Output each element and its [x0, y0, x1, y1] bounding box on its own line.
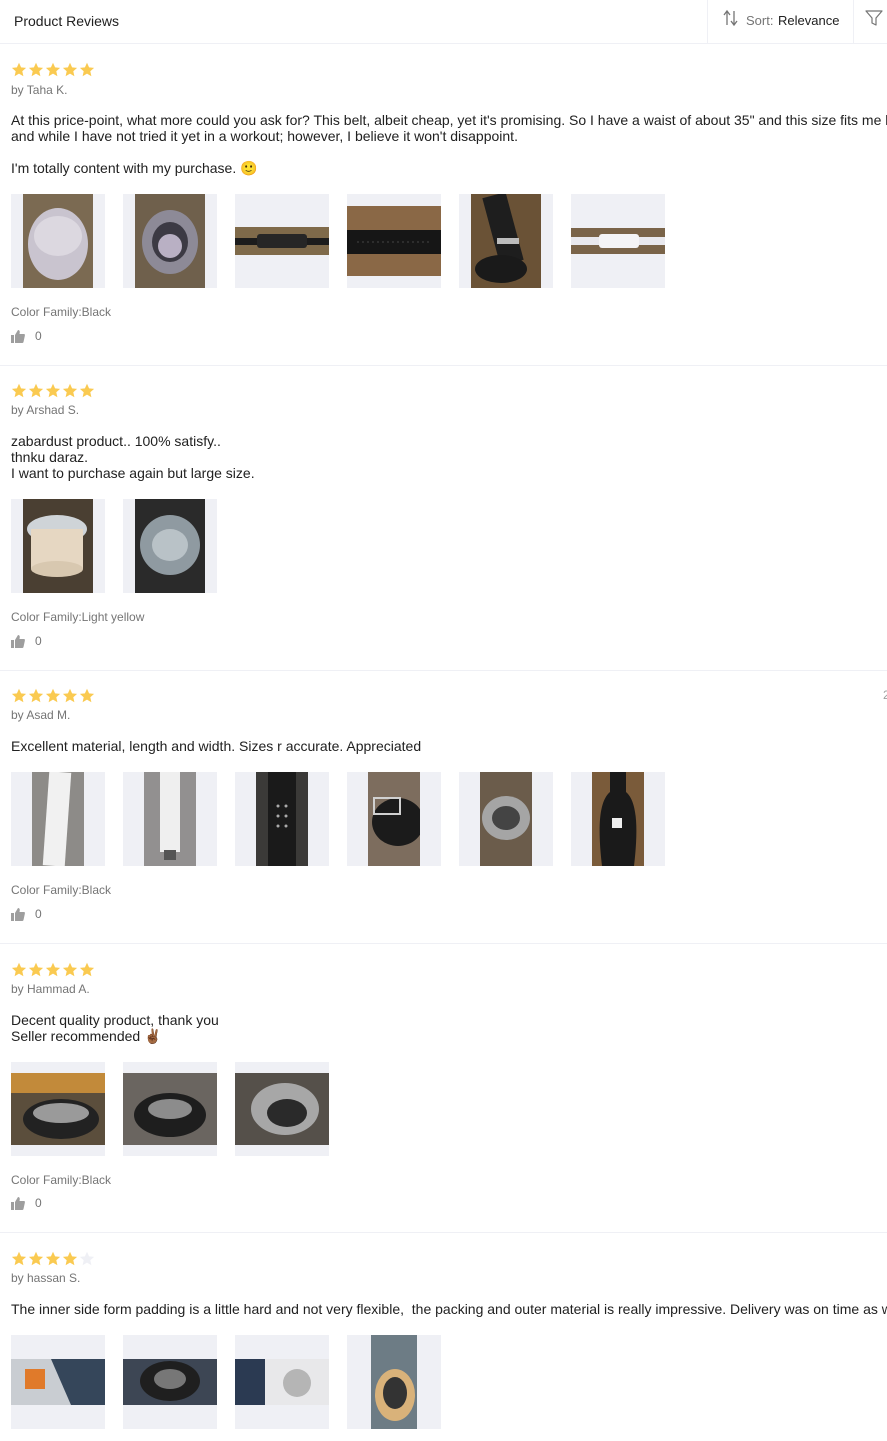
review-content: The inner side form padding is a little …: [11, 1301, 887, 1317]
review-sku: Color Family:Black: [11, 883, 112, 897]
review-image[interactable]: [347, 1335, 441, 1429]
sort-dropdown[interactable]: Sort: Relevance: [707, 0, 854, 43]
review-image[interactable]: [459, 772, 553, 866]
like-button[interactable]: 0: [11, 634, 42, 648]
thumbs-up-icon: [11, 907, 25, 921]
filter-icon: [865, 10, 883, 26]
star-filled-icon: [62, 1251, 78, 1266]
sort-arrows-icon: [723, 9, 738, 27]
like-count: 0: [35, 634, 42, 648]
review-images: [11, 194, 665, 288]
review-item: by hassan S. The inner side form padding…: [0, 1233, 887, 1441]
star-filled-icon: [28, 688, 44, 703]
star-filled-icon: [45, 62, 61, 77]
star-empty-icon: [79, 1251, 95, 1266]
review-image[interactable]: [11, 772, 105, 866]
like-count: 0: [35, 329, 42, 343]
review-author: by Asad M.: [11, 708, 71, 722]
rating-stars: [11, 1251, 95, 1267]
like-button[interactable]: 0: [11, 907, 42, 921]
section-title: Product Reviews: [14, 13, 120, 29]
like-button[interactable]: 0: [11, 329, 42, 343]
star-filled-icon: [62, 62, 78, 77]
star-filled-icon: [62, 383, 78, 398]
rating-stars: [11, 62, 95, 78]
review-date: 2: [883, 688, 887, 702]
star-filled-icon: [79, 962, 95, 977]
thumbs-up-icon: [11, 1196, 25, 1210]
sort-label: Sort:: [746, 13, 774, 28]
star-filled-icon: [45, 962, 61, 977]
review-author: by Hammad A.: [11, 982, 90, 996]
star-filled-icon: [11, 962, 27, 977]
star-filled-icon: [28, 62, 44, 77]
star-filled-icon: [79, 62, 95, 77]
rating-stars: [11, 962, 95, 978]
review-images: [11, 1062, 329, 1156]
review-image[interactable]: [123, 194, 217, 288]
review-item: by Hammad A. Decent quality product, tha…: [0, 944, 887, 1233]
review-image[interactable]: [11, 194, 105, 288]
review-images: [11, 499, 217, 593]
like-count: 0: [35, 907, 42, 921]
sort-value: Relevance: [778, 13, 840, 28]
rating-stars: [11, 688, 95, 704]
review-content: Decent quality product, thank you Seller…: [11, 1012, 219, 1044]
review-content: zabardust product.. 100% satisfy.. thnku…: [11, 433, 255, 481]
like-button[interactable]: 0: [11, 1196, 42, 1210]
review-image[interactable]: [11, 499, 105, 593]
review-image[interactable]: [123, 1062, 217, 1156]
review-sku: Color Family:Light yellow: [11, 610, 145, 624]
rating-stars: [11, 383, 95, 399]
review-image[interactable]: [235, 194, 329, 288]
reviews-header: Product Reviews Sort: Relevance: [0, 0, 887, 44]
review-author: by Taha K.: [11, 83, 68, 97]
review-image[interactable]: [571, 772, 665, 866]
review-item: by Taha K. At this price-point, what mor…: [0, 44, 887, 366]
thumbs-up-icon: [11, 329, 25, 343]
review-item: 2 by Asad M. Excellent material, length …: [0, 671, 887, 944]
review-content: Excellent material, length and width. Si…: [11, 738, 422, 754]
star-filled-icon: [45, 688, 61, 703]
thumbs-up-icon: [11, 634, 25, 648]
filter-button[interactable]: [853, 0, 887, 43]
review-images: [11, 1335, 441, 1429]
star-filled-icon: [11, 62, 27, 77]
review-author: by Arshad S.: [11, 403, 80, 417]
review-image[interactable]: [347, 772, 441, 866]
star-filled-icon: [45, 1251, 61, 1266]
star-filled-icon: [62, 962, 78, 977]
star-filled-icon: [28, 383, 44, 398]
review-image[interactable]: [123, 499, 217, 593]
star-filled-icon: [11, 688, 27, 703]
review-sku: Color Family:Black: [11, 1173, 112, 1187]
like-count: 0: [35, 1196, 42, 1210]
review-image[interactable]: [347, 194, 441, 288]
review-sku: Color Family:Black: [11, 305, 112, 319]
star-filled-icon: [11, 383, 27, 398]
review-content: At this price-point, what more could you…: [11, 112, 887, 176]
review-image[interactable]: [235, 1335, 329, 1429]
review-author: by hassan S.: [11, 1271, 81, 1285]
review-image[interactable]: [235, 772, 329, 866]
star-filled-icon: [28, 1251, 44, 1266]
star-filled-icon: [45, 383, 61, 398]
review-image[interactable]: [11, 1062, 105, 1156]
review-item: by Arshad S. zabardust product.. 100% sa…: [0, 366, 887, 671]
review-images: [11, 772, 665, 866]
review-image[interactable]: [459, 194, 553, 288]
review-image[interactable]: [123, 1335, 217, 1429]
review-image[interactable]: [123, 772, 217, 866]
review-image[interactable]: [235, 1062, 329, 1156]
star-filled-icon: [79, 688, 95, 703]
review-image[interactable]: [571, 194, 665, 288]
star-filled-icon: [62, 688, 78, 703]
star-filled-icon: [79, 383, 95, 398]
star-filled-icon: [11, 1251, 27, 1266]
review-image[interactable]: [11, 1335, 105, 1429]
star-filled-icon: [28, 962, 44, 977]
